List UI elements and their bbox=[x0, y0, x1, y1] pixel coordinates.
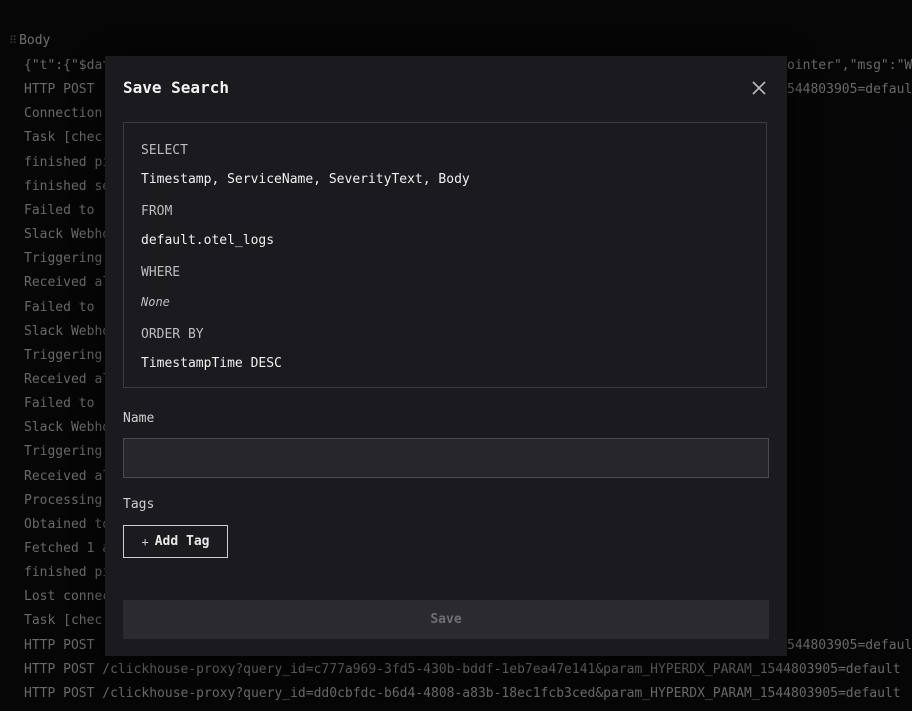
where-value: None bbox=[141, 295, 170, 309]
add-tag-label: Add Tag bbox=[154, 534, 210, 549]
name-input[interactable] bbox=[123, 438, 769, 478]
save-search-modal: Save Search SELECT Timestamp, ServiceNam… bbox=[105, 56, 787, 656]
add-tag-button[interactable]: + Add Tag bbox=[123, 525, 228, 558]
order-by-keyword: ORDER BY bbox=[141, 327, 204, 342]
order-by-value: TimestampTime DESC bbox=[141, 356, 282, 371]
select-value: Timestamp, ServiceName, SeverityText, Bo… bbox=[141, 172, 470, 187]
close-button[interactable] bbox=[749, 78, 769, 98]
query-preview: SELECT Timestamp, ServiceName, SeverityT… bbox=[123, 122, 767, 388]
plus-icon: + bbox=[141, 534, 149, 549]
select-keyword: SELECT bbox=[141, 143, 188, 158]
tags-label: Tags bbox=[123, 497, 155, 512]
from-keyword: FROM bbox=[141, 204, 173, 219]
from-value: default.otel_logs bbox=[141, 233, 275, 248]
modal-title: Save Search bbox=[123, 78, 229, 97]
where-keyword: WHERE bbox=[141, 265, 181, 280]
save-button[interactable]: Save bbox=[123, 600, 769, 639]
name-label: Name bbox=[123, 411, 155, 426]
close-icon bbox=[752, 81, 766, 95]
